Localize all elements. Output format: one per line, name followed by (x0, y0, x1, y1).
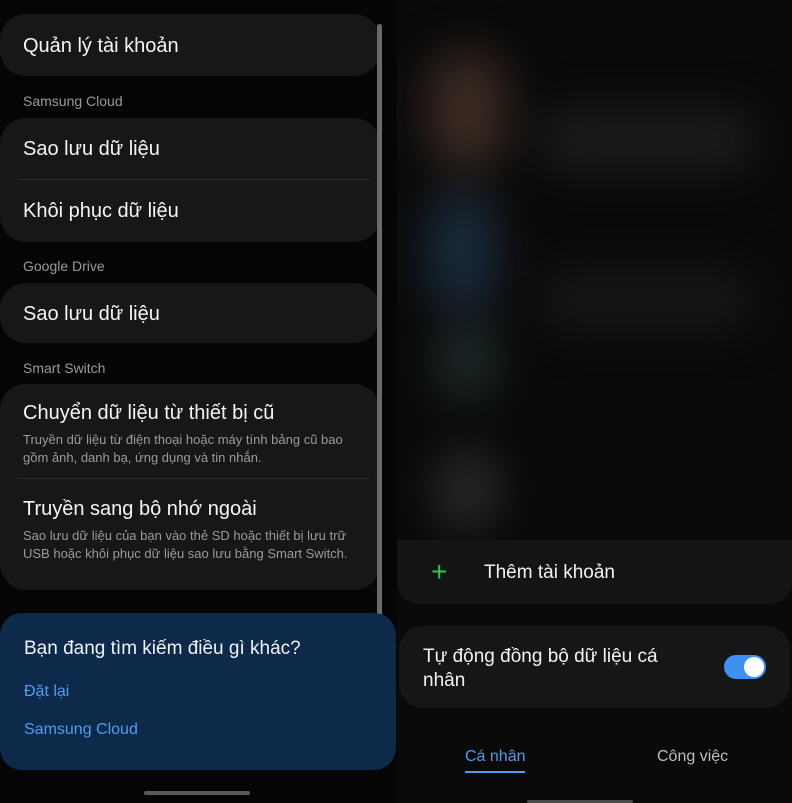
plus-icon: + (431, 556, 448, 587)
backup-settings-pane: Quản lý tài khoản Samsung Cloud Sao lưu … (0, 0, 397, 803)
gesture-nav-bar (144, 791, 250, 795)
samsung-cloud-backup-item[interactable]: Sao lưu dữ liệu (23, 138, 370, 161)
section-google-drive: Google Drive (23, 258, 105, 274)
transfer-old-device-item[interactable]: Chuyển dữ liệu từ thiết bị cũ Truyền dữ … (23, 402, 370, 467)
add-account-button[interactable]: + Thêm tài khoản (397, 540, 792, 604)
tab-work[interactable]: Công việc (657, 748, 728, 766)
divider (18, 179, 370, 180)
section-samsung-cloud: Samsung Cloud (23, 93, 123, 109)
section-smart-switch: Smart Switch (23, 360, 106, 376)
auto-sync-toggle[interactable] (724, 655, 766, 679)
transfer-old-device-subtitle: Truyền dữ liệu từ điện thoại hoặc máy tí… (23, 432, 343, 465)
toggle-knob (744, 657, 764, 677)
divider (18, 478, 370, 479)
samsung-cloud-link[interactable]: Samsung Cloud (24, 721, 138, 739)
external-storage-item[interactable]: Truyền sang bộ nhớ ngoài Sao lưu dữ liệu… (23, 498, 370, 563)
google-drive-card: Sao lưu dữ liệu (0, 283, 380, 343)
reset-link[interactable]: Đặt lại (24, 683, 69, 701)
external-storage-subtitle: Sao lưu dữ liệu của bạn vào thẻ SD hoặc … (23, 528, 348, 561)
auto-sync-label: Tự động đồng bộ dữ liệu cá nhân (423, 646, 658, 691)
blurred-background (417, 30, 777, 530)
samsung-cloud-card: Sao lưu dữ liệu Khôi phục dữ liệu (0, 118, 380, 242)
tab-personal[interactable]: Cá nhân (465, 748, 526, 766)
accounts-pane: + Thêm tài khoản Tự động đồng bộ dữ liệu… (397, 0, 792, 803)
add-account-label: Thêm tài khoản (484, 562, 615, 583)
looking-for-something-else-card: Bạn đang tìm kiếm điều gì khác? Đặt lại … (0, 613, 396, 770)
auto-sync-card[interactable]: Tự động đồng bộ dữ liệu cá nhân (399, 626, 790, 708)
google-drive-backup-item[interactable]: Sao lưu dữ liệu (23, 303, 370, 326)
external-storage-title: Truyền sang bộ nhớ ngoài (23, 498, 257, 520)
google-drive-backup-label: Sao lưu dữ liệu (23, 303, 160, 325)
account-management-label: Quản lý tài khoản (23, 35, 179, 57)
smart-switch-card: Chuyển dữ liệu từ thiết bị cũ Truyền dữ … (0, 384, 380, 590)
scrollbar[interactable] (377, 24, 382, 624)
account-management-card[interactable]: Quản lý tài khoản (0, 14, 380, 76)
active-tab-indicator (465, 771, 525, 773)
samsung-cloud-restore-item[interactable]: Khôi phục dữ liệu (23, 200, 370, 223)
samsung-cloud-restore-label: Khôi phục dữ liệu (23, 200, 179, 222)
transfer-old-device-title: Chuyển dữ liệu từ thiết bị cũ (23, 402, 275, 424)
looking-for-something-else-title: Bạn đang tìm kiếm điều gì khác? (24, 638, 301, 659)
samsung-cloud-backup-label: Sao lưu dữ liệu (23, 138, 160, 160)
